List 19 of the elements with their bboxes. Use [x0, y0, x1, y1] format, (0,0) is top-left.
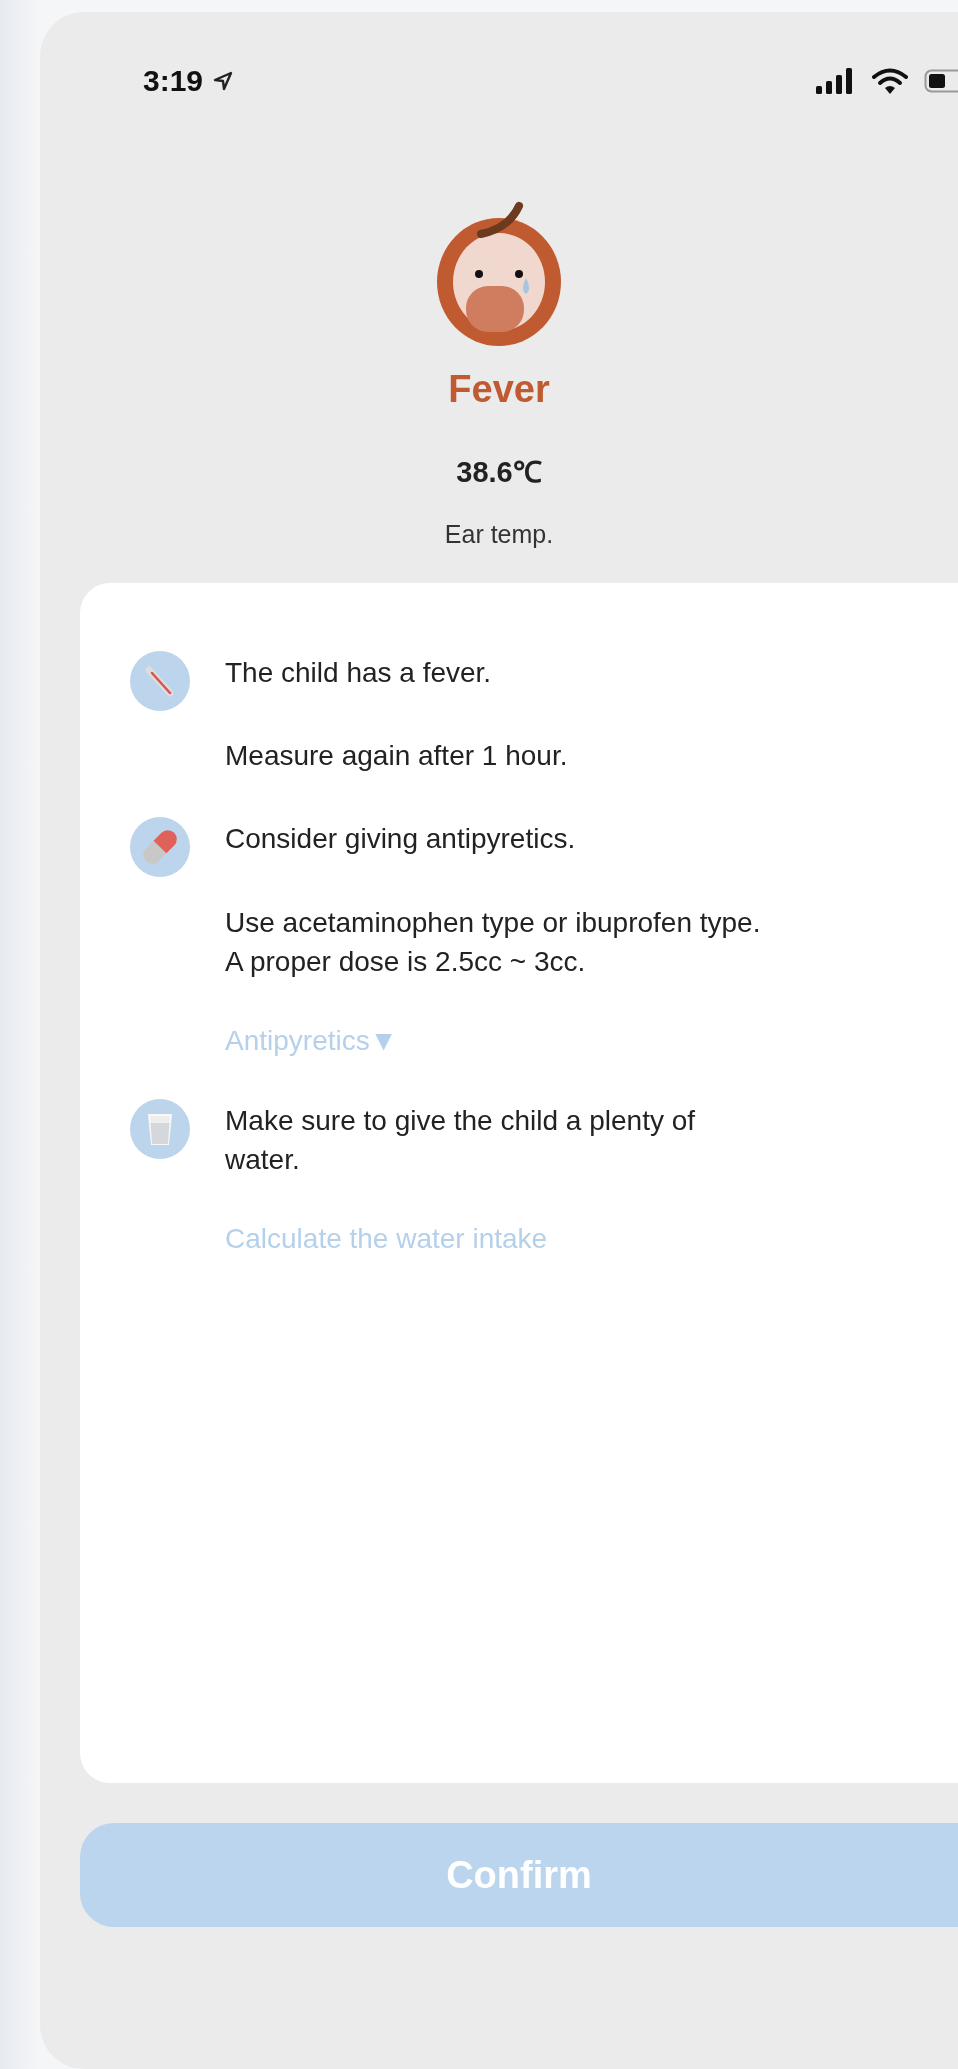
measurement-method: Ear temp. [444, 520, 554, 549]
advice-text: Consider giving antipyretics. [225, 822, 577, 857]
temperature-reading: 38.6℃ [456, 455, 542, 490]
thermometer-icon [130, 651, 190, 711]
advice-note: A proper dose is 2.5cc ~ 3cc. [225, 944, 587, 979]
info-link[interactable]: Calculate the water intake [225, 1223, 548, 1256]
advice-note: Use acetaminophen type or ibuprofen type. [225, 905, 761, 940]
info-link[interactable]: Antipyretics▼ [225, 1024, 398, 1057]
pill-icon [130, 817, 190, 878]
confirm-button[interactable]: Confirm [80, 1823, 958, 1927]
advice-text: Make sure to give the child a plenty of water. [225, 1103, 697, 1178]
condition-title: Fever [448, 368, 550, 411]
water-glass-icon [130, 1098, 190, 1159]
advice-note: Measure again after 1 hour. [225, 739, 568, 774]
location-arrow-icon [213, 71, 234, 91]
advice-text: The child has a fever. [225, 656, 493, 690]
wifi-icon [872, 68, 908, 94]
battery-icon [924, 69, 958, 93]
status-time: 3:19 [143, 64, 204, 98]
